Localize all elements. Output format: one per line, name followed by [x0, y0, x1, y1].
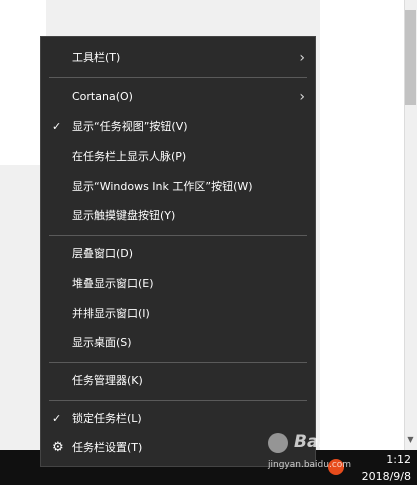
menu-item-stack-windows[interactable]: 堆叠显示窗口(E) — [41, 269, 315, 299]
menu-item-label: 工具栏(T) — [72, 51, 121, 64]
menu-item-label: 在任务栏上显示人脉(P) — [72, 150, 187, 163]
menu-item-show-touch-keyboard-button[interactable]: 显示触摸键盘按钮(Y) — [41, 201, 315, 231]
menu-separator — [49, 362, 307, 363]
watermark-main-text: Bai 经验 — [294, 432, 365, 452]
check-icon: ✓ — [52, 120, 62, 133]
menu-item-label: 并排显示窗口(I) — [72, 307, 150, 320]
menu-item-show-task-view-button[interactable]: ✓ 显示“任务视图”按钮(V) — [41, 112, 315, 142]
menu-item-task-manager[interactable]: 任务管理器(K) — [41, 366, 315, 396]
menu-item-label: 显示桌面(S) — [72, 336, 132, 349]
chevron-right-icon: › — [299, 89, 305, 105]
scroll-down-arrow-icon[interactable]: ▼ — [404, 433, 417, 447]
menu-item-label: 任务管理器(K) — [72, 374, 143, 387]
menu-item-label: 任务栏设置(T) — [72, 441, 143, 454]
menu-item-label: 锁定任务栏(L) — [72, 412, 142, 425]
menu-item-label: 显示“Windows Ink 工作区”按钮(W) — [72, 180, 253, 193]
menu-item-cascade-windows[interactable]: 层叠窗口(D) — [41, 239, 315, 269]
menu-item-show-desktop[interactable]: 显示桌面(S) — [41, 328, 315, 358]
menu-item-label: 堆叠显示窗口(E) — [72, 277, 154, 290]
menu-separator — [49, 77, 307, 78]
menu-item-label: 显示触摸键盘按钮(Y) — [72, 209, 176, 222]
taskbar-context-menu: 工具栏(T) › Cortana(O) › ✓ 显示“任务视图”按钮(V) 在任… — [40, 36, 316, 467]
menu-item-label: Cortana(O) — [72, 90, 133, 103]
menu-item-show-windows-ink-button[interactable]: 显示“Windows Ink 工作区”按钮(W) — [41, 172, 315, 202]
menu-item-label: 显示“任务视图”按钮(V) — [72, 120, 188, 133]
watermark-url: jingyan.baidu.com — [268, 460, 352, 470]
menu-item-side-by-side-windows[interactable]: 并排显示窗口(I) — [41, 299, 315, 329]
menu-item-label: 层叠窗口(D) — [72, 247, 134, 260]
watermark: Bai 经验 jingyan.baidu.com — [268, 427, 388, 479]
menu-item-toolbars[interactable]: 工具栏(T) › — [41, 43, 315, 73]
menu-item-show-people[interactable]: 在任务栏上显示人脉(P) — [41, 142, 315, 172]
tray-time: 1:12 — [386, 453, 411, 466]
chevron-right-icon: › — [299, 50, 305, 66]
background-window-right — [320, 0, 404, 450]
menu-item-cortana[interactable]: Cortana(O) › — [41, 82, 315, 112]
check-icon: ✓ — [52, 412, 62, 425]
paw-logo-icon — [268, 433, 288, 453]
menu-separator — [49, 235, 307, 236]
scrollbar-thumb[interactable] — [405, 10, 416, 105]
menu-separator — [49, 400, 307, 401]
gear-icon: ⚙ — [52, 440, 64, 455]
